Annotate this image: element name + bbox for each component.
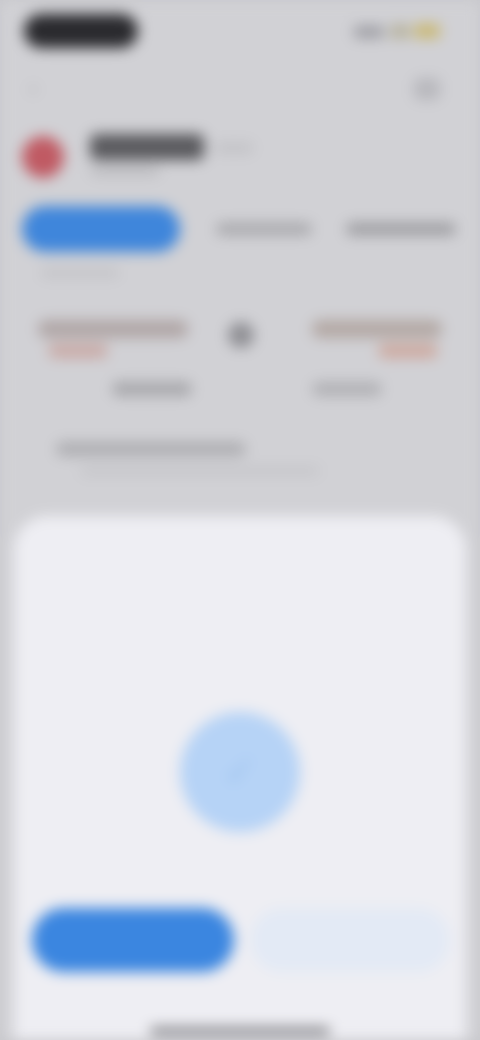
section-caption <box>40 268 120 278</box>
swap-card <box>22 300 458 420</box>
rate-detail <box>80 466 320 476</box>
back-chevron-icon[interactable]: ‹ <box>30 78 56 100</box>
confirm-button[interactable] <box>32 908 234 972</box>
status-icons <box>354 22 444 40</box>
confirm-status-circle: ✓ <box>180 712 300 832</box>
exchange-rate <box>56 442 246 456</box>
from-asset[interactable] <box>38 320 188 338</box>
tab-label-placeholder <box>346 223 456 235</box>
coin-name <box>90 134 204 160</box>
wifi-icon <box>390 24 410 38</box>
status-bar: 9:41 <box>0 0 480 70</box>
from-amount <box>48 344 108 358</box>
status-time: 9:41 <box>24 14 138 48</box>
more-icon[interactable] <box>414 78 440 100</box>
check-icon: ✓ <box>223 750 257 794</box>
to-amount <box>378 344 438 358</box>
to-asset[interactable] <box>312 320 442 338</box>
coin-ticker <box>90 166 160 176</box>
swap-icon[interactable] <box>228 322 254 348</box>
confirmation-sheet: ✓ <box>14 516 466 1040</box>
tab-bar <box>22 206 480 252</box>
tab-active[interactable] <box>22 206 180 252</box>
cancel-button[interactable] <box>250 908 450 972</box>
to-label <box>312 382 382 396</box>
blurred-screen: 9:41 ‹ ✓ <box>0 0 480 1040</box>
battery-icon <box>414 24 440 38</box>
home-indicator <box>150 1028 330 1034</box>
tab-second[interactable] <box>208 206 318 252</box>
tab-label-placeholder <box>216 223 312 235</box>
coin-logo <box>22 136 64 178</box>
from-label <box>112 382 192 396</box>
tab-third[interactable] <box>338 206 458 252</box>
coin-tag <box>214 142 254 154</box>
cellular-signal-icon <box>354 26 384 38</box>
